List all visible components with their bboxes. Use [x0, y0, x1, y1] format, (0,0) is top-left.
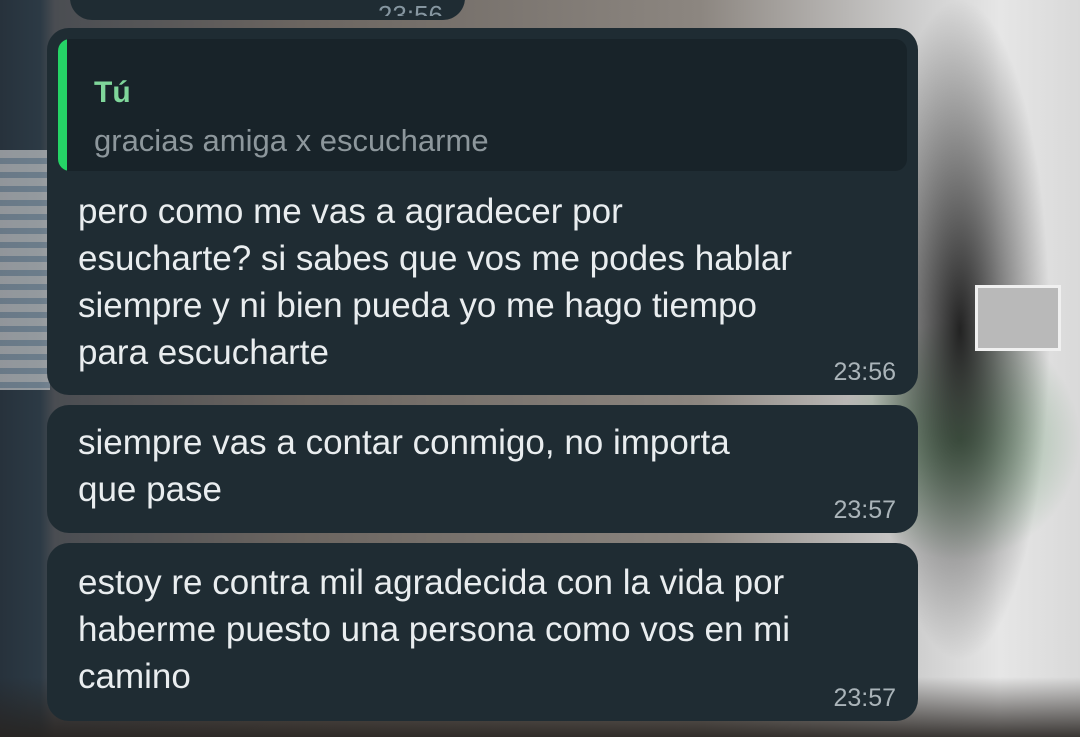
- message-bubble[interactable]: siempre vas a contar conmigo, no importa…: [47, 405, 918, 533]
- wallpaper-detail: [975, 285, 1061, 351]
- message-text: siempre vas a contar conmigo, no importa…: [78, 423, 730, 509]
- message-text: estoy re contra mil agradecida con la vi…: [78, 563, 791, 696]
- wallpaper-detail: [0, 150, 50, 390]
- message-timestamp: 23:56: [378, 2, 443, 16]
- message-timestamp: 23:56: [833, 358, 896, 386]
- quote-accent-bar: [58, 39, 67, 171]
- message-timestamp: 23:57: [833, 496, 896, 524]
- message-bubble[interactable]: estoy re contra mil agradecida con la vi…: [47, 543, 918, 721]
- previous-message-bubble[interactable]: 23:56: [70, 0, 465, 20]
- message-text: pero como me vas a agradecer por esuchar…: [78, 192, 793, 372]
- message-timestamp: 23:57: [833, 684, 896, 712]
- quoted-reply[interactable]: Tú gracias amiga x escucharme: [58, 39, 907, 171]
- message-bubble-with-reply[interactable]: Tú gracias amiga x escucharme pero como …: [47, 28, 918, 395]
- quote-author: Tú: [94, 76, 131, 109]
- quote-text: gracias amiga x escucharme: [94, 123, 489, 158]
